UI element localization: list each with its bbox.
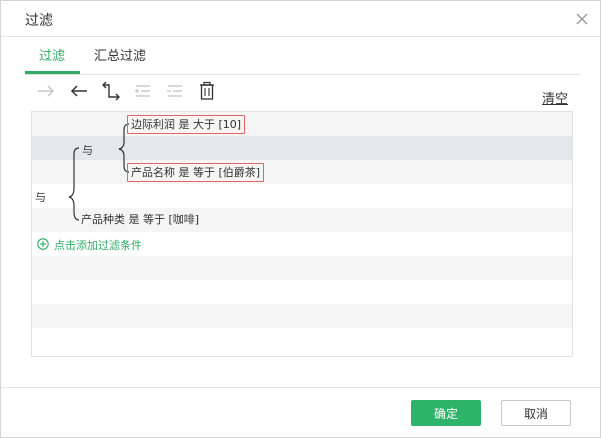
close-icon[interactable] bbox=[572, 9, 592, 29]
tab-filter[interactable]: 过滤 bbox=[39, 45, 65, 72]
root-operator-label[interactable]: 与 bbox=[35, 189, 46, 205]
tree-row bbox=[32, 304, 572, 328]
condition-product-category[interactable]: 产品种类 是 等于 [咖啡] bbox=[78, 211, 202, 228]
filter-dialog: 过滤 过滤 汇总过滤 清空 与 与 边际利润 是 大于 [10] 产品名称 是 … bbox=[0, 0, 601, 438]
group-operator-label[interactable]: 与 bbox=[82, 142, 93, 158]
active-tab-indicator bbox=[25, 71, 80, 74]
tab-bar: 过滤 汇总过滤 bbox=[25, 37, 581, 75]
dialog-title: 过滤 bbox=[25, 13, 53, 29]
tree-row bbox=[32, 184, 572, 208]
arrow-right-icon[interactable] bbox=[35, 80, 57, 102]
arrow-left-icon[interactable] bbox=[68, 80, 90, 102]
tree-row bbox=[32, 112, 572, 136]
filter-tree-panel: 与 与 边际利润 是 大于 [10] 产品名称 是 等于 [伯爵茶] 产品种类 … bbox=[31, 111, 573, 357]
outdent-icon[interactable] bbox=[164, 80, 186, 102]
condition-product-name[interactable]: 产品名称 是 等于 [伯爵茶] bbox=[127, 163, 265, 182]
tab-summary-filter[interactable]: 汇总过滤 bbox=[94, 45, 146, 72]
clear-link[interactable]: 清空 bbox=[542, 88, 568, 107]
indent-icon[interactable] bbox=[132, 80, 154, 102]
footer-divider bbox=[1, 387, 600, 388]
add-condition-label: 点击添加过滤条件 bbox=[54, 239, 142, 252]
tree-row bbox=[32, 160, 572, 184]
swap-icon[interactable] bbox=[100, 80, 122, 102]
ok-button[interactable]: 确定 bbox=[411, 400, 481, 426]
tree-row-selected[interactable] bbox=[32, 136, 572, 160]
tree-row bbox=[32, 328, 572, 352]
add-circle-icon bbox=[37, 238, 49, 250]
trash-icon[interactable] bbox=[196, 80, 218, 102]
condition-margin[interactable]: 边际利润 是 大于 [10] bbox=[127, 115, 246, 134]
tree-row bbox=[32, 280, 572, 304]
cancel-button[interactable]: 取消 bbox=[501, 400, 571, 426]
tree-row bbox=[32, 256, 572, 280]
